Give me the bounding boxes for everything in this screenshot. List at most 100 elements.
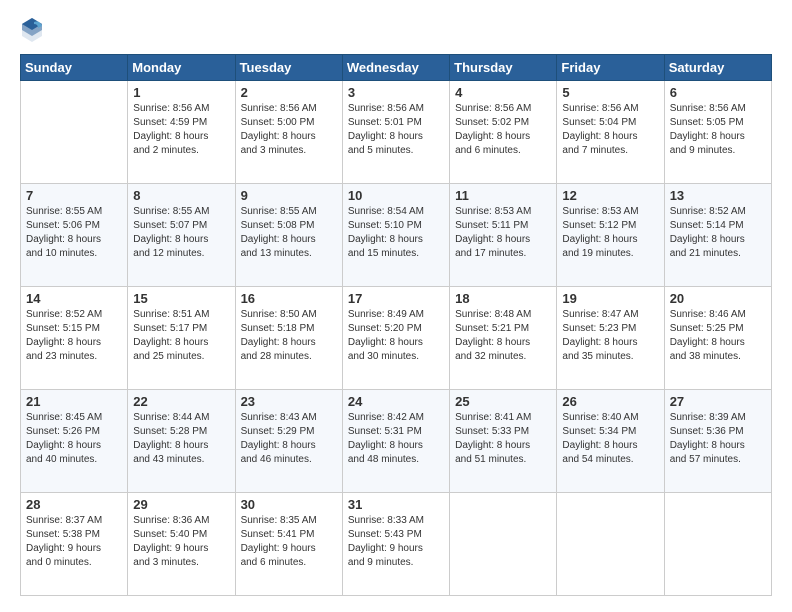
weekday-header-wednesday: Wednesday [342,55,449,81]
day-info: Sunrise: 8:56 AM Sunset: 5:00 PM Dayligh… [241,102,337,158]
day-number: 25 [455,394,551,409]
calendar-cell: 13 Sunrise: 8:52 AM Sunset: 5:14 PM Dayli… [664,184,771,287]
day-info: Sunrise: 8:53 AM Sunset: 5:12 PM Dayligh… [562,205,658,261]
calendar-cell: 7 Sunrise: 8:55 AM Sunset: 5:06 PM Daylig… [21,184,128,287]
calendar-cell [450,493,557,596]
weekday-header-sunday: Sunday [21,55,128,81]
day-info: Sunrise: 8:45 AM Sunset: 5:26 PM Dayligh… [26,411,122,467]
day-info: Sunrise: 8:56 AM Sunset: 5:04 PM Dayligh… [562,102,658,158]
day-number: 21 [26,394,122,409]
day-info: Sunrise: 8:52 AM Sunset: 5:14 PM Dayligh… [670,205,766,261]
calendar-cell: 26 Sunrise: 8:40 AM Sunset: 5:34 PM Dayli… [557,390,664,493]
weekday-header-monday: Monday [128,55,235,81]
day-number: 4 [455,85,551,100]
calendar-cell: 18Sunrise: 8:48 AM Sunset: 5:21 PM Dayli… [450,287,557,390]
day-info: Sunrise: 8:55 AM Sunset: 5:06 PM Dayligh… [26,205,122,261]
day-number: 15 [133,291,229,306]
calendar-cell: 24 Sunrise: 8:42 AM Sunset: 5:31 PM Dayli… [342,390,449,493]
day-info: Sunrise: 8:39 AM Sunset: 5:36 PM Dayligh… [670,411,766,467]
calendar-cell [664,493,771,596]
calendar-cell: 8 Sunrise: 8:55 AM Sunset: 5:07 PM Daylig… [128,184,235,287]
calendar-cell: 17Sunrise: 8:49 AM Sunset: 5:20 PM Dayli… [342,287,449,390]
calendar-cell: 19 Sunrise: 8:47 AM Sunset: 5:23 PM Dayli… [557,287,664,390]
day-number: 27 [670,394,766,409]
calendar-cell: 28 Sunrise: 8:37 AM Sunset: 5:38 PM Dayli… [21,493,128,596]
day-info: Sunrise: 8:36 AM Sunset: 5:40 PM Dayligh… [133,514,229,570]
day-number: 12 [562,188,658,203]
calendar-cell: 1 Sunrise: 8:56 AM Sunset: 4:59 PM Daylig… [128,81,235,184]
day-info: Sunrise: 8:41 AM Sunset: 5:33 PM Dayligh… [455,411,551,467]
header [20,16,772,44]
day-info: Sunrise: 8:54 AM Sunset: 5:10 PM Dayligh… [348,205,444,261]
calendar-cell: 9 Sunrise: 8:55 AM Sunset: 5:08 PM Daylig… [235,184,342,287]
day-number: 28 [26,497,122,512]
day-info: Sunrise: 8:56 AM Sunset: 4:59 PM Dayligh… [133,102,229,158]
calendar-week-row: 7 Sunrise: 8:55 AM Sunset: 5:06 PM Daylig… [21,184,772,287]
day-number: 29 [133,497,229,512]
calendar-week-row: 1 Sunrise: 8:56 AM Sunset: 4:59 PM Daylig… [21,81,772,184]
day-info: Sunrise: 8:40 AM Sunset: 5:34 PM Dayligh… [562,411,658,467]
day-number: 18 [455,291,551,306]
day-number: 13 [670,188,766,203]
day-number: 6 [670,85,766,100]
calendar-table: SundayMondayTuesdayWednesdayThursdayFrid… [20,54,772,596]
day-info: Sunrise: 8:50 AM Sunset: 5:18 PM Dayligh… [241,308,337,364]
calendar-cell: 30Sunrise: 8:35 AM Sunset: 5:41 PM Dayli… [235,493,342,596]
day-number: 9 [241,188,337,203]
day-number: 11 [455,188,551,203]
day-info: Sunrise: 8:51 AM Sunset: 5:17 PM Dayligh… [133,308,229,364]
calendar-cell: 14 Sunrise: 8:52 AM Sunset: 5:15 PM Dayli… [21,287,128,390]
calendar-cell: 11Sunrise: 8:53 AM Sunset: 5:11 PM Dayli… [450,184,557,287]
day-info: Sunrise: 8:43 AM Sunset: 5:29 PM Dayligh… [241,411,337,467]
day-number: 8 [133,188,229,203]
calendar-week-row: 28 Sunrise: 8:37 AM Sunset: 5:38 PM Dayli… [21,493,772,596]
day-info: Sunrise: 8:46 AM Sunset: 5:25 PM Dayligh… [670,308,766,364]
day-number: 24 [348,394,444,409]
calendar-cell: 29 Sunrise: 8:36 AM Sunset: 5:40 PM Dayli… [128,493,235,596]
calendar-cell: 21 Sunrise: 8:45 AM Sunset: 5:26 PM Dayli… [21,390,128,493]
day-number: 3 [348,85,444,100]
day-number: 31 [348,497,444,512]
calendar-cell: 25 Sunrise: 8:41 AM Sunset: 5:33 PM Dayli… [450,390,557,493]
day-number: 22 [133,394,229,409]
day-info: Sunrise: 8:56 AM Sunset: 5:02 PM Dayligh… [455,102,551,158]
day-info: Sunrise: 8:37 AM Sunset: 5:38 PM Dayligh… [26,514,122,570]
weekday-header-tuesday: Tuesday [235,55,342,81]
day-info: Sunrise: 8:55 AM Sunset: 5:08 PM Dayligh… [241,205,337,261]
calendar-cell: 12 Sunrise: 8:53 AM Sunset: 5:12 PM Dayli… [557,184,664,287]
day-info: Sunrise: 8:33 AM Sunset: 5:43 PM Dayligh… [348,514,444,570]
calendar-cell: 20Sunrise: 8:46 AM Sunset: 5:25 PM Dayli… [664,287,771,390]
weekday-header-friday: Friday [557,55,664,81]
calendar-week-row: 21 Sunrise: 8:45 AM Sunset: 5:26 PM Dayli… [21,390,772,493]
calendar-cell [21,81,128,184]
page: SundayMondayTuesdayWednesdayThursdayFrid… [0,0,792,612]
day-info: Sunrise: 8:49 AM Sunset: 5:20 PM Dayligh… [348,308,444,364]
day-number: 26 [562,394,658,409]
day-number: 19 [562,291,658,306]
calendar-week-row: 14 Sunrise: 8:52 AM Sunset: 5:15 PM Dayli… [21,287,772,390]
day-info: Sunrise: 8:42 AM Sunset: 5:31 PM Dayligh… [348,411,444,467]
weekday-header-row: SundayMondayTuesdayWednesdayThursdayFrid… [21,55,772,81]
weekday-header-thursday: Thursday [450,55,557,81]
calendar-cell [557,493,664,596]
calendar-cell: 27 Sunrise: 8:39 AM Sunset: 5:36 PM Dayli… [664,390,771,493]
day-info: Sunrise: 8:44 AM Sunset: 5:28 PM Dayligh… [133,411,229,467]
day-number: 30 [241,497,337,512]
calendar-cell: 16Sunrise: 8:50 AM Sunset: 5:18 PM Dayli… [235,287,342,390]
day-info: Sunrise: 8:56 AM Sunset: 5:01 PM Dayligh… [348,102,444,158]
calendar-cell: 15 Sunrise: 8:51 AM Sunset: 5:17 PM Dayli… [128,287,235,390]
logo-icon [20,16,44,44]
calendar-cell: 22 Sunrise: 8:44 AM Sunset: 5:28 PM Dayli… [128,390,235,493]
calendar-cell: 6Sunrise: 8:56 AM Sunset: 5:05 PM Daylig… [664,81,771,184]
calendar-cell: 2Sunrise: 8:56 AM Sunset: 5:00 PM Daylig… [235,81,342,184]
calendar-cell: 31 Sunrise: 8:33 AM Sunset: 5:43 PM Dayli… [342,493,449,596]
weekday-header-saturday: Saturday [664,55,771,81]
calendar-cell: 3 Sunrise: 8:56 AM Sunset: 5:01 PM Daylig… [342,81,449,184]
day-info: Sunrise: 8:55 AM Sunset: 5:07 PM Dayligh… [133,205,229,261]
day-info: Sunrise: 8:47 AM Sunset: 5:23 PM Dayligh… [562,308,658,364]
day-number: 14 [26,291,122,306]
day-number: 1 [133,85,229,100]
day-number: 7 [26,188,122,203]
day-info: Sunrise: 8:52 AM Sunset: 5:15 PM Dayligh… [26,308,122,364]
day-number: 5 [562,85,658,100]
